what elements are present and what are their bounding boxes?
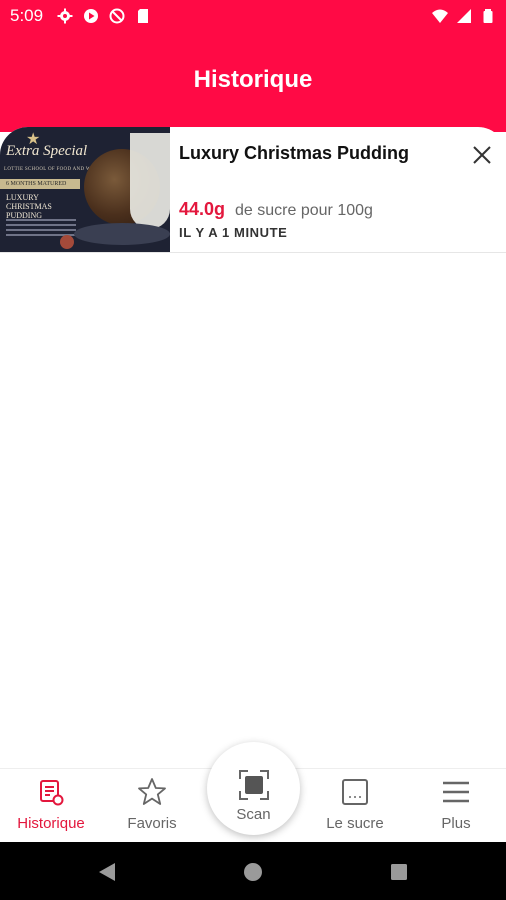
plate-illustration xyxy=(74,223,170,245)
wifi-icon xyxy=(432,9,448,23)
status-bar: 5:09 xyxy=(0,0,506,32)
menu-icon xyxy=(441,777,471,807)
product-title: Luxury Christmas Pudding xyxy=(179,143,410,163)
scan-label: Scan xyxy=(236,806,271,823)
status-icons-left xyxy=(57,8,151,24)
image-product-text: LUXURY CHRISTMAS PUDDING xyxy=(6,193,52,220)
nav-item-plus[interactable]: Plus xyxy=(406,769,506,843)
home-button[interactable] xyxy=(242,861,264,883)
recents-icon xyxy=(391,864,407,880)
system-nav-bar xyxy=(0,842,506,900)
image-band-text: 6 MONTHS MATURED xyxy=(0,179,80,189)
image-brand-text: Extra Special xyxy=(6,143,88,159)
back-icon xyxy=(99,863,115,881)
nav-label-favoris: Favoris xyxy=(127,815,177,832)
page-title: Historique xyxy=(193,66,313,93)
remove-item-button[interactable] xyxy=(468,141,496,169)
nav-label-le-sucre: Le sucre xyxy=(326,815,384,832)
signal-icon xyxy=(457,9,471,23)
sugar-value: 44.0g xyxy=(179,199,226,219)
image-subbrand-text: LOTTIE SCHOOL OF FOOD AND WINE xyxy=(4,167,101,172)
nav-item-le-sucre[interactable]: Le sucre xyxy=(305,769,405,843)
custard-illustration xyxy=(130,133,170,229)
product-image: ★ Extra Special LOTTIE SCHOOL OF FOOD AN… xyxy=(0,127,170,252)
nav-label-plus: Plus xyxy=(441,815,471,832)
battery-icon xyxy=(483,9,493,23)
recents-button[interactable] xyxy=(388,861,410,883)
home-icon xyxy=(244,863,262,881)
nav-label-historique: Historique xyxy=(17,815,85,832)
scan-icon xyxy=(237,768,271,802)
history-icon xyxy=(36,777,66,807)
back-button[interactable] xyxy=(96,861,118,883)
scan-button[interactable]: Scan xyxy=(207,742,300,835)
gear-icon xyxy=(57,8,73,24)
play-store-icon xyxy=(84,9,99,23)
do-not-disturb-icon xyxy=(109,8,125,24)
sugar-info: 44.0g de sucre pour 100g xyxy=(179,199,373,220)
star-icon xyxy=(137,777,167,807)
berry-illustration xyxy=(60,235,74,249)
sd-card-icon xyxy=(138,9,149,23)
nav-item-favoris[interactable]: Favoris xyxy=(102,769,202,843)
sugar-unit-text: de sucre pour 100g xyxy=(235,202,373,219)
history-item[interactable]: ★ Extra Special LOTTIE SCHOOL OF FOOD AN… xyxy=(0,127,506,253)
sugar-cube-icon xyxy=(340,777,370,807)
app-header: Historique xyxy=(0,32,506,132)
nav-item-historique[interactable]: Historique xyxy=(1,769,101,843)
close-icon xyxy=(473,146,491,164)
status-time: 5:09 xyxy=(10,6,44,25)
timestamp: IL Y A 1 MINUTE xyxy=(179,225,288,240)
status-icons-right xyxy=(432,8,496,24)
